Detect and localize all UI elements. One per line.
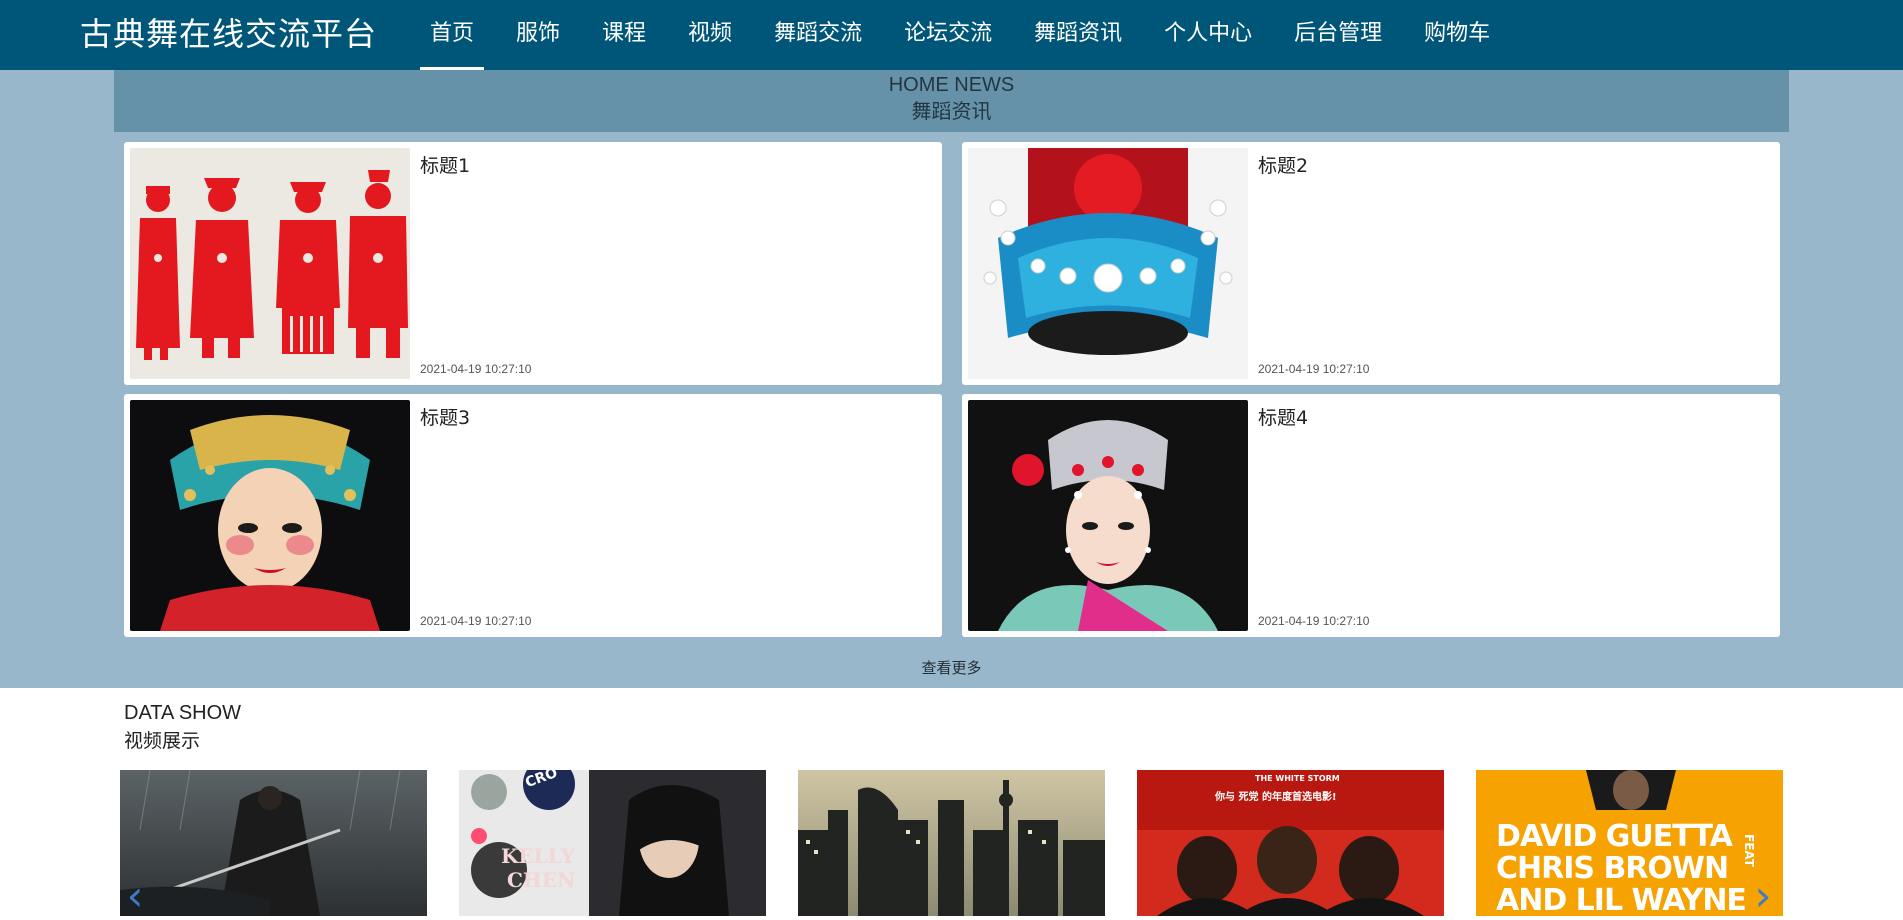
video-thumbnail-kelly-chen[interactable]: CRO KELLY CHEN [459,770,766,916]
nav-item-home[interactable]: 首页 [420,0,485,70]
nav-item-videos[interactable]: 视频 [678,0,742,70]
video-thumb-text: THE WHITE STORM [1255,774,1340,783]
top-navbar: 古典舞在线交流平台 首页 服饰 课程 视频 舞蹈交流 论坛交流 舞蹈资讯 个人中… [0,0,1903,70]
video-thumbnail-warrior[interactable] [120,770,427,916]
video-thumbnail-david-guetta[interactable]: DAVID GUETTA CHRIS BROWN AND LIL WAYNE F… [1476,770,1783,916]
news-title[interactable]: 标题1 [420,154,470,178]
video-thumbnail-skyline[interactable] [798,770,1105,916]
nav-item-costume[interactable]: 服饰 [506,0,570,70]
video-section: DATA SHOW 视频展示 CRO KELLY CHEN THE WHITE … [0,688,1903,917]
nav-item-admin[interactable]: 后台管理 [1284,0,1392,70]
carousel-prev-arrow-icon[interactable]: ‹ [124,875,146,917]
news-title-cn: 舞蹈资讯 [911,99,992,123]
video-title-cn: 视频展示 [124,730,201,752]
nav-item-dance-exchange[interactable]: 舞蹈交流 [764,0,872,70]
news-date: 2021-04-19 10:27:10 [420,362,532,376]
news-title[interactable]: 标题4 [1258,406,1308,430]
video-thumbnail-white-storm[interactable]: THE WHITE STORM 你与 死党 的年度首选电影! [1137,770,1444,916]
news-section-header: HOME NEWS 舞蹈资讯 [114,70,1789,132]
news-section: HOME NEWS 舞蹈资讯 标题1 2021-04-19 10:27:10 标… [0,70,1903,688]
news-date: 2021-04-19 10:27:10 [1258,614,1370,628]
video-thumb-text: FEAT [1742,834,1756,867]
news-date: 2021-04-19 10:27:10 [420,614,532,628]
news-date: 2021-04-19 10:27:10 [1258,362,1370,376]
main-nav: 首页 服饰 课程 视频 舞蹈交流 论坛交流 舞蹈资讯 个人中心 后台管理 购物车 [420,0,1522,70]
news-image-opera-performer[interactable] [968,400,1248,631]
news-image-headdress[interactable] [968,148,1248,379]
news-card[interactable]: 标题1 2021-04-19 10:27:10 [124,142,942,385]
news-image-papercut[interactable] [130,148,410,379]
nav-item-forum[interactable]: 论坛交流 [894,0,1002,70]
news-card[interactable]: 标题3 2021-04-19 10:27:10 [124,394,942,637]
news-card[interactable]: 标题2 2021-04-19 10:27:10 [962,142,1780,385]
news-title[interactable]: 标题2 [1258,154,1308,178]
nav-item-cart[interactable]: 购物车 [1414,0,1500,70]
video-thumb-text: KELLY [501,844,575,868]
nav-item-dance-news[interactable]: 舞蹈资讯 [1024,0,1132,70]
video-title-en: DATA SHOW [124,702,242,724]
video-thumb-text: CHRIS BROWN [1496,851,1729,886]
carousel-next-arrow-icon[interactable]: › [1752,875,1774,917]
view-more-link[interactable]: 查看更多 [0,658,1903,678]
site-brand[interactable]: 古典舞在线交流平台 [80,14,377,54]
nav-item-profile[interactable]: 个人中心 [1154,0,1262,70]
video-thumb-text: CHEN [507,868,576,892]
video-thumb-text: 你与 死党 的年度首选电影! [1215,792,1337,803]
nav-item-courses[interactable]: 课程 [592,0,656,70]
video-thumb-text: DAVID GUETTA [1496,819,1733,854]
news-title[interactable]: 标题3 [420,406,470,430]
news-image-opera-performer[interactable] [130,400,410,631]
video-thumb-text: AND LIL WAYNE [1496,883,1747,916]
news-card[interactable]: 标题4 2021-04-19 10:27:10 [962,394,1780,637]
